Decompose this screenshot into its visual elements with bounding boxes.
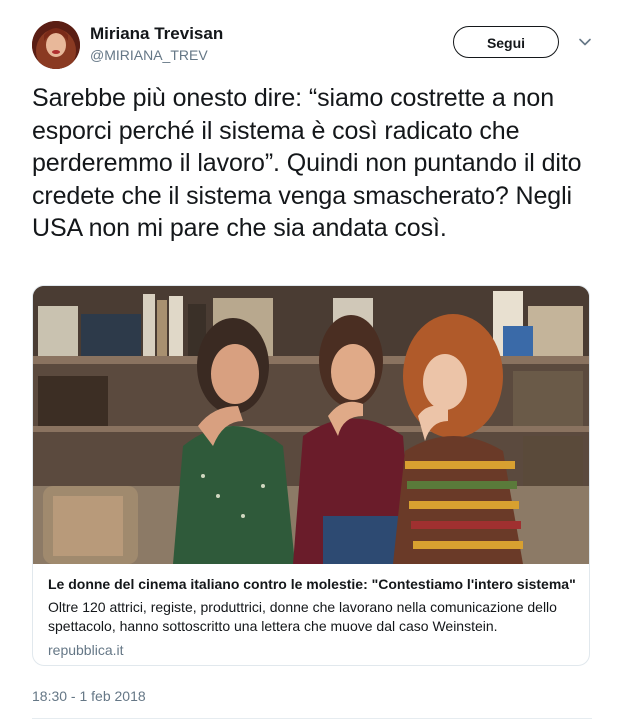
user-handle[interactable]: @MIRIANA_TREV [90, 47, 208, 63]
card-image [33, 286, 589, 564]
card-body: Le donne del cinema italiano contro le m… [48, 576, 578, 658]
tweet-timestamp[interactable]: 18:30 - 1 feb 2018 [32, 688, 146, 704]
link-card[interactable]: Le donne del cinema italiano contro le m… [32, 285, 590, 666]
card-domain[interactable]: repubblica.it [48, 642, 578, 658]
chevron-down-icon[interactable] [577, 34, 593, 50]
tweet-text: Sarebbe più onesto dire: “siamo costrett… [32, 84, 582, 242]
card-title[interactable]: Le donne del cinema italiano contro le m… [48, 576, 578, 592]
follow-button[interactable]: Segui [453, 26, 559, 58]
avatar[interactable] [32, 21, 80, 69]
user-name[interactable]: Miriana Trevisan [90, 24, 223, 44]
card-description: Oltre 120 attrici, registe, produttrici,… [48, 599, 557, 634]
divider [32, 718, 592, 719]
tweet-header: Miriana Trevisan @MIRIANA_TREV Segui [32, 18, 602, 72]
